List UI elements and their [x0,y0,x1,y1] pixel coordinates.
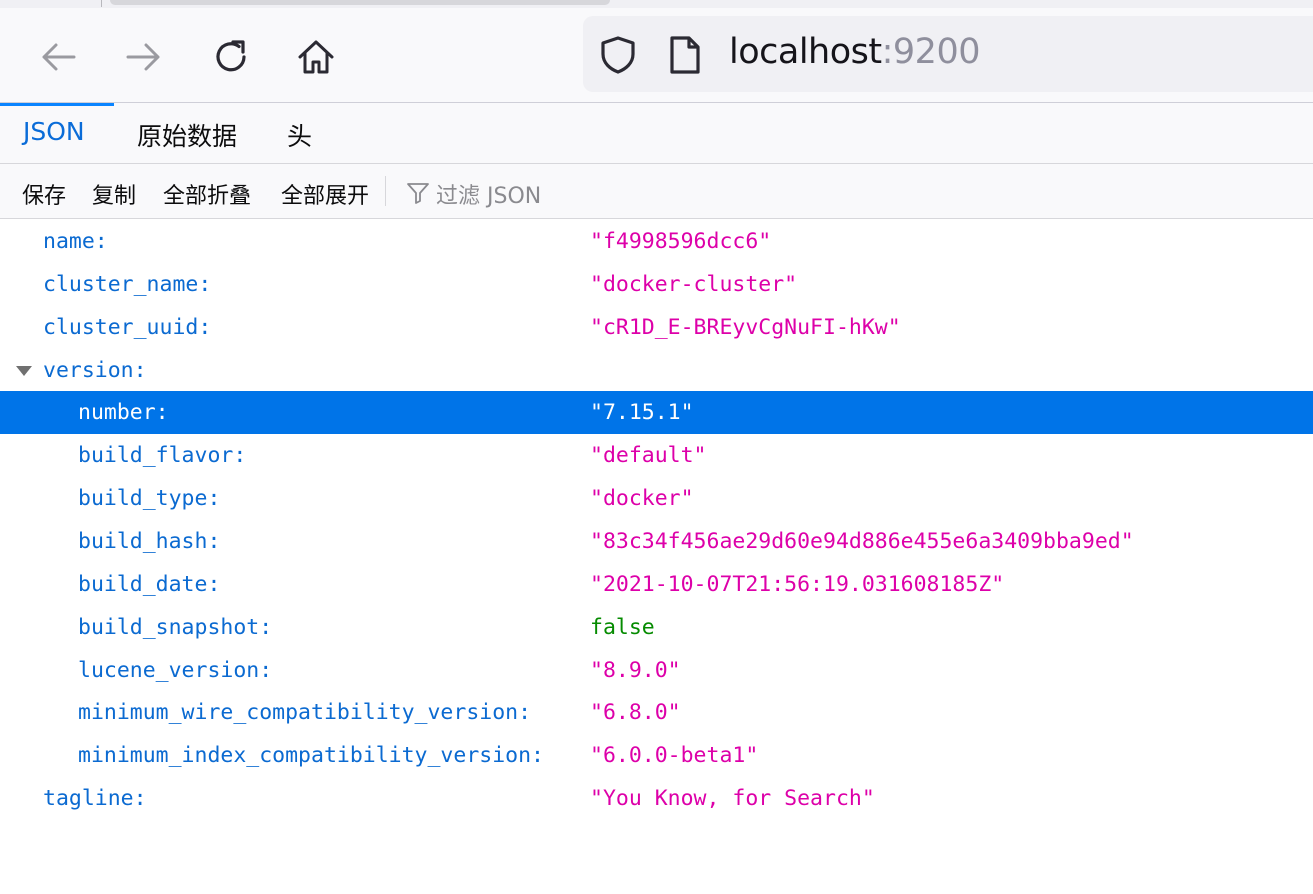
page-icon[interactable] [667,35,703,75]
json-toolbar: 保存 复制 全部折叠 全部展开 过滤 JSON [0,164,1313,219]
home-icon [298,40,334,74]
reload-icon [216,40,246,72]
json-row[interactable]: minimum_wire_compatibility_version: "6.8… [0,691,1313,734]
json-value: false [590,615,655,640]
json-key: version: [43,358,147,383]
json-value: "6.8.0" [590,700,681,725]
tab-strip [0,0,1313,8]
back-icon [42,43,76,71]
tab-json[interactable]: JSON [23,117,85,146]
address-bar[interactable]: localhost:9200 [583,16,1313,92]
json-value: "You Know, for Search" [590,786,875,811]
json-value: "8.9.0" [590,658,681,683]
json-key: build_snapshot: [78,615,273,640]
expand-toggle-icon[interactable] [16,366,32,376]
navigation-toolbar: localhost:9200 [0,8,1313,103]
json-key: lucene_version: [78,658,273,683]
json-key: cluster_uuid: [43,315,212,340]
active-tab-indicator [0,103,114,106]
url-host: localhost [729,32,882,72]
json-row[interactable]: lucene_version: "8.9.0" [0,649,1313,692]
back-button[interactable] [33,32,83,82]
json-row[interactable]: build_snapshot: false [0,606,1313,649]
json-key: build_flavor: [78,443,247,468]
tab-headers[interactable]: 头 [287,117,312,153]
json-key: name: [43,229,108,254]
json-key: minimum_index_compatibility_version: [78,743,544,768]
json-key: build_type: [78,486,221,511]
copy-button[interactable]: 复制 [92,178,136,210]
json-value: "6.0.0-beta1" [590,743,759,768]
json-row[interactable]: cluster_name: "docker-cluster" [0,263,1313,306]
json-key: minimum_wire_compatibility_version: [78,700,532,725]
json-key: number: [78,400,169,425]
json-row[interactable]: name: "f4998596dcc6" [0,220,1313,263]
json-value: "cR1D_E-BREyvCgNuFI-hKw" [590,315,901,340]
json-value: "f4998596dcc6" [590,229,772,254]
json-value: "default" [590,443,707,468]
url-text[interactable]: localhost:9200 [729,32,980,72]
json-value: "83c34f456ae29d60e94d886e455e6a3409bba9e… [590,529,1134,554]
json-row[interactable]: build_type: "docker" [0,477,1313,520]
home-button[interactable] [291,32,341,82]
json-key: cluster_name: [43,272,212,297]
collapse-all-button[interactable]: 全部折叠 [163,178,251,210]
filter-icon [407,183,429,204]
json-value: "docker" [590,486,694,511]
json-value: "docker-cluster" [590,272,798,297]
json-key: build_hash: [78,529,221,554]
json-value: "2021-10-07T21:56:19.031608185Z" [590,572,1005,597]
reload-button[interactable] [206,32,256,82]
json-row[interactable]: build_flavor: "default" [0,434,1313,477]
shield-icon[interactable] [597,34,639,76]
json-row-selected[interactable]: number: "7.15.1" [0,391,1313,434]
json-key: build_date: [78,572,221,597]
json-key: tagline: [43,786,147,811]
tab-raw-data[interactable]: 原始数据 [137,117,237,153]
json-row-version[interactable]: version: [0,349,1313,392]
toolbar-divider [385,176,386,206]
viewer-tabs: JSON 原始数据 头 [0,103,1313,164]
json-row[interactable]: tagline: "You Know, for Search" [0,777,1313,820]
url-port: :9200 [881,32,981,72]
browser-tab[interactable] [110,0,610,5]
tab-separator [101,0,102,7]
json-row[interactable]: build_date: "2021-10-07T21:56:19.0316081… [0,563,1313,606]
json-row[interactable]: build_hash: "83c34f456ae29d60e94d886e455… [0,520,1313,563]
json-row[interactable]: cluster_uuid: "cR1D_E-BREyvCgNuFI-hKw" [0,306,1313,349]
expand-all-button[interactable]: 全部展开 [281,178,369,210]
filter-json-input[interactable]: 过滤 JSON [436,178,541,210]
forward-icon [126,43,160,71]
save-button[interactable]: 保存 [22,178,66,210]
json-value: "7.15.1" [590,400,694,425]
json-row[interactable]: minimum_index_compatibility_version: "6.… [0,734,1313,777]
forward-button[interactable] [119,32,169,82]
